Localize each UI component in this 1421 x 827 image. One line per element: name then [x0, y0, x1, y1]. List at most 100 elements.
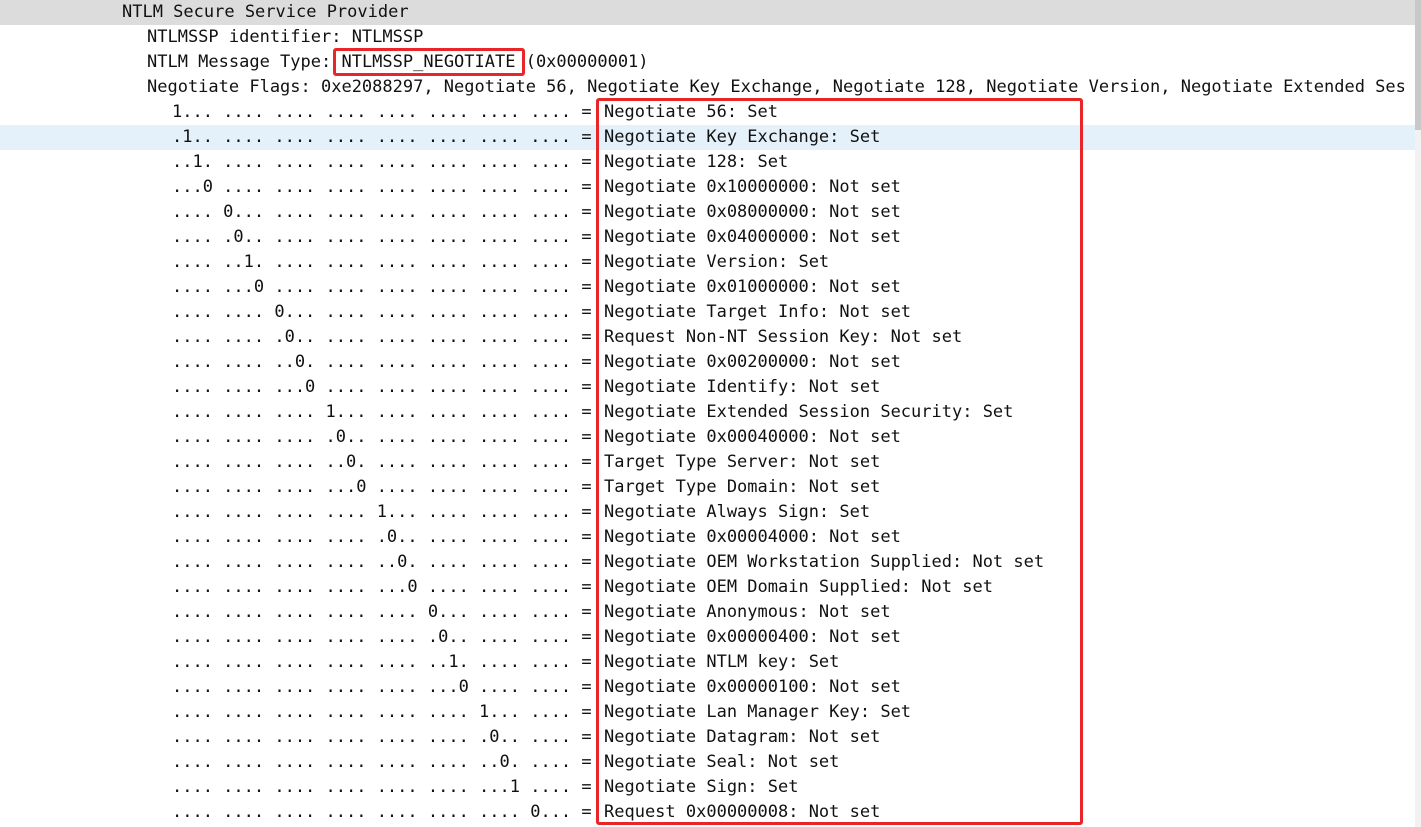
- flag-bits: .... .... .... .... .... ...0 .... .... …: [172, 677, 602, 697]
- flag-description: Negotiate Target Info: Not set: [604, 302, 912, 322]
- flag-description: Negotiate 128: Set: [604, 152, 789, 172]
- flag-row[interactable]: .... .... .... .... .... .0.. .... .... …: [0, 625, 1415, 650]
- flag-bits: .... 0... .... .... .... .... .... .... …: [172, 202, 602, 222]
- flag-row[interactable]: .... ...0 .... .... .... .... .... .... …: [0, 275, 1415, 300]
- flag-bits: .... .... .... ...0 .... .... .... .... …: [172, 477, 602, 497]
- flag-bits: .... .... .... ..0. .... .... .... .... …: [172, 452, 602, 472]
- flag-row[interactable]: .... .... .... .... .... .... ...1 .... …: [0, 775, 1415, 800]
- flag-description: Target Type Domain: Not set: [604, 477, 881, 497]
- flag-row[interactable]: .... .... .... ...0 .... .... .... .... …: [0, 475, 1415, 500]
- flag-description: Negotiate Always Sign: Set: [604, 502, 871, 522]
- flag-row[interactable]: ...0 .... .... .... .... .... .... .... …: [0, 175, 1415, 200]
- flag-description: Negotiate NTLM key: Set: [604, 652, 840, 672]
- flag-row[interactable]: .1.. .... .... .... .... .... .... .... …: [0, 125, 1415, 150]
- flag-bits: .... .... .0.. .... .... .... .... .... …: [172, 327, 602, 347]
- flag-bits: .... .... .... .... .... .... 1... .... …: [172, 702, 602, 722]
- flag-row[interactable]: .... .... ..0. .... .... .... .... .... …: [0, 350, 1415, 375]
- flag-bits: .... .... .... 1... .... .... .... .... …: [172, 402, 602, 422]
- flag-bits: .... .... .... .... .... 0... .... .... …: [172, 602, 602, 622]
- flag-row[interactable]: .... .... .... .... .... .... .... 0... …: [0, 800, 1415, 825]
- tree-node-ntlmssp-identifier[interactable]: NTLMSSP identifier: NTLMSSP: [0, 25, 1415, 50]
- flag-description: Negotiate 0x00200000: Not set: [604, 352, 901, 372]
- flag-row[interactable]: .... .... .... .... .0.. .... .... .... …: [0, 525, 1415, 550]
- flag-row[interactable]: .... .... .... .... ...0 .... .... .... …: [0, 575, 1415, 600]
- vertical-scrollbar[interactable]: [1415, 0, 1421, 827]
- flag-bits: .... .... .... .... .... .0.. .... .... …: [172, 627, 602, 647]
- flag-description: Negotiate 0x00040000: Not set: [604, 427, 901, 447]
- flag-row[interactable]: .... .... .... .... .... ...0 .... .... …: [0, 675, 1415, 700]
- flag-row[interactable]: .... .... .... .... 1... .... .... .... …: [0, 500, 1415, 525]
- flag-description: Negotiate Key Exchange: Set: [604, 127, 881, 147]
- message-type-value: NTLMSSP_NEGOTIATE: [341, 52, 516, 72]
- flag-description: Negotiate Lan Manager Key: Set: [604, 702, 912, 722]
- flag-description: Negotiate Version: Set: [604, 252, 830, 272]
- tree-node-message-type[interactable]: NTLM Message Type: NTLMSSP_NEGOTIATE (0x…: [0, 50, 1415, 75]
- flag-bits: ..1. .... .... .... .... .... .... .... …: [172, 152, 602, 172]
- flag-bits: 1... .... .... .... .... .... .... .... …: [172, 102, 602, 122]
- flag-bits: .... .... .... .... ..0. .... .... .... …: [172, 552, 602, 572]
- flag-description: Negotiate 0x00000100: Not set: [604, 677, 901, 697]
- chevron-down-icon[interactable]: [125, 81, 137, 93]
- flag-description: Request 0x00000008: Not set: [604, 802, 881, 822]
- flag-description: Negotiate 0x00000400: Not set: [604, 627, 901, 647]
- flag-description: Negotiate Extended Session Security: Set: [604, 402, 1014, 422]
- flag-row[interactable]: .... .... .... .... .... 0... .... .... …: [0, 600, 1415, 625]
- flag-row[interactable]: .... .... .... .... ..0. .... .... .... …: [0, 550, 1415, 575]
- flag-description: Negotiate OEM Domain Supplied: Not set: [604, 577, 993, 597]
- flag-row[interactable]: .... .... .... ..0. .... .... .... .... …: [0, 450, 1415, 475]
- flag-description: Negotiate Datagram: Not set: [604, 727, 881, 747]
- flag-bits: .... .... ...0 .... .... .... .... .... …: [172, 377, 602, 397]
- flag-row[interactable]: .... .... .... .... .... ..1. .... .... …: [0, 650, 1415, 675]
- flag-description: Negotiate OEM Workstation Supplied: Not …: [604, 552, 1045, 572]
- scrollbar-thumb[interactable]: [1415, 0, 1421, 130]
- flag-description: Negotiate Anonymous: Not set: [604, 602, 891, 622]
- tree-node-ntlm-secure-service-provider[interactable]: NTLM Secure Service Provider: [0, 0, 1415, 25]
- flag-row[interactable]: .... 0... .... .... .... .... .... .... …: [0, 200, 1415, 225]
- flag-row[interactable]: 1... .... .... .... .... .... .... .... …: [0, 100, 1415, 125]
- flag-bits: ...0 .... .... .... .... .... .... .... …: [172, 177, 602, 197]
- flag-description: Negotiate Identify: Not set: [604, 377, 881, 397]
- flag-description: Target Type Server: Not set: [604, 452, 881, 472]
- tree-node-negotiate-flags[interactable]: Negotiate Flags: 0xe2088297, Negotiate 5…: [0, 75, 1415, 100]
- flag-bits: .... .... .... .... 1... .... .... .... …: [172, 502, 602, 522]
- flag-bits: .... .... .... .... .... .... .0.. .... …: [172, 727, 602, 747]
- tree-node-label: Negotiate Flags: 0xe2088297, Negotiate 5…: [147, 77, 1406, 97]
- flag-row[interactable]: .... .... .0.. .... .... .... .... .... …: [0, 325, 1415, 350]
- message-type-hex: (0x00000001): [515, 52, 649, 72]
- flag-description: Negotiate Seal: Not set: [604, 752, 840, 772]
- tree-node-label: NTLM Secure Service Provider: [122, 2, 409, 22]
- message-type-label: NTLM Message Type:: [147, 52, 342, 72]
- flag-description: Request Non-NT Session Key: Not set: [604, 327, 963, 347]
- flag-description: Negotiate 56: Set: [604, 102, 778, 122]
- flag-bits: .... .... .... .... .0.. .... .... .... …: [172, 527, 602, 547]
- flag-bits: .... .... ..0. .... .... .... .... .... …: [172, 352, 602, 372]
- flag-bits: .... .... .... .... .... .... .... 0... …: [172, 802, 602, 822]
- flag-bits: .... .... .... .0.. .... .... .... .... …: [172, 427, 602, 447]
- flag-row[interactable]: .... .... ...0 .... .... .... .... .... …: [0, 375, 1415, 400]
- flag-bits: .... .0.. .... .... .... .... .... .... …: [172, 227, 602, 247]
- flag-description: Negotiate 0x10000000: Not set: [604, 177, 901, 197]
- flag-row[interactable]: .... .... .... .0.. .... .... .... .... …: [0, 425, 1415, 450]
- flag-row[interactable]: .... .... 0... .... .... .... .... .... …: [0, 300, 1415, 325]
- flag-row[interactable]: .... .0.. .... .... .... .... .... .... …: [0, 225, 1415, 250]
- flag-description: Negotiate 0x08000000: Not set: [604, 202, 901, 222]
- flag-description: Negotiate Sign: Set: [604, 777, 799, 797]
- tree-node-label: NTLMSSP identifier: NTLMSSP: [147, 27, 424, 47]
- flag-bits: .1.. .... .... .... .... .... .... .... …: [172, 127, 602, 147]
- flag-bits: .... .... .... .... .... ..1. .... .... …: [172, 652, 602, 672]
- flag-row[interactable]: .... ..1. .... .... .... .... .... .... …: [0, 250, 1415, 275]
- flag-row[interactable]: .... .... .... 1... .... .... .... .... …: [0, 400, 1415, 425]
- flag-row[interactable]: ..1. .... .... .... .... .... .... .... …: [0, 150, 1415, 175]
- flag-bits: .... .... .... .... .... .... ...1 .... …: [172, 777, 602, 797]
- flag-bits: .... ..1. .... .... .... .... .... .... …: [172, 252, 602, 272]
- flag-row[interactable]: .... .... .... .... .... .... 1... .... …: [0, 700, 1415, 725]
- flag-bits: .... .... 0... .... .... .... .... .... …: [172, 302, 602, 322]
- chevron-down-icon[interactable]: [100, 6, 112, 18]
- flag-bits: .... .... .... .... ...0 .... .... .... …: [172, 577, 602, 597]
- tree-node-label: NTLM Message Type: NTLMSSP_NEGOTIATE (0x…: [147, 50, 649, 75]
- flag-bits: .... .... .... .... .... .... ..0. .... …: [172, 752, 602, 772]
- flag-description: Negotiate 0x00004000: Not set: [604, 527, 901, 547]
- flag-row[interactable]: .... .... .... .... .... .... ..0. .... …: [0, 750, 1415, 775]
- flag-description: Negotiate 0x01000000: Not set: [604, 277, 901, 297]
- flag-row[interactable]: .... .... .... .... .... .... .0.. .... …: [0, 725, 1415, 750]
